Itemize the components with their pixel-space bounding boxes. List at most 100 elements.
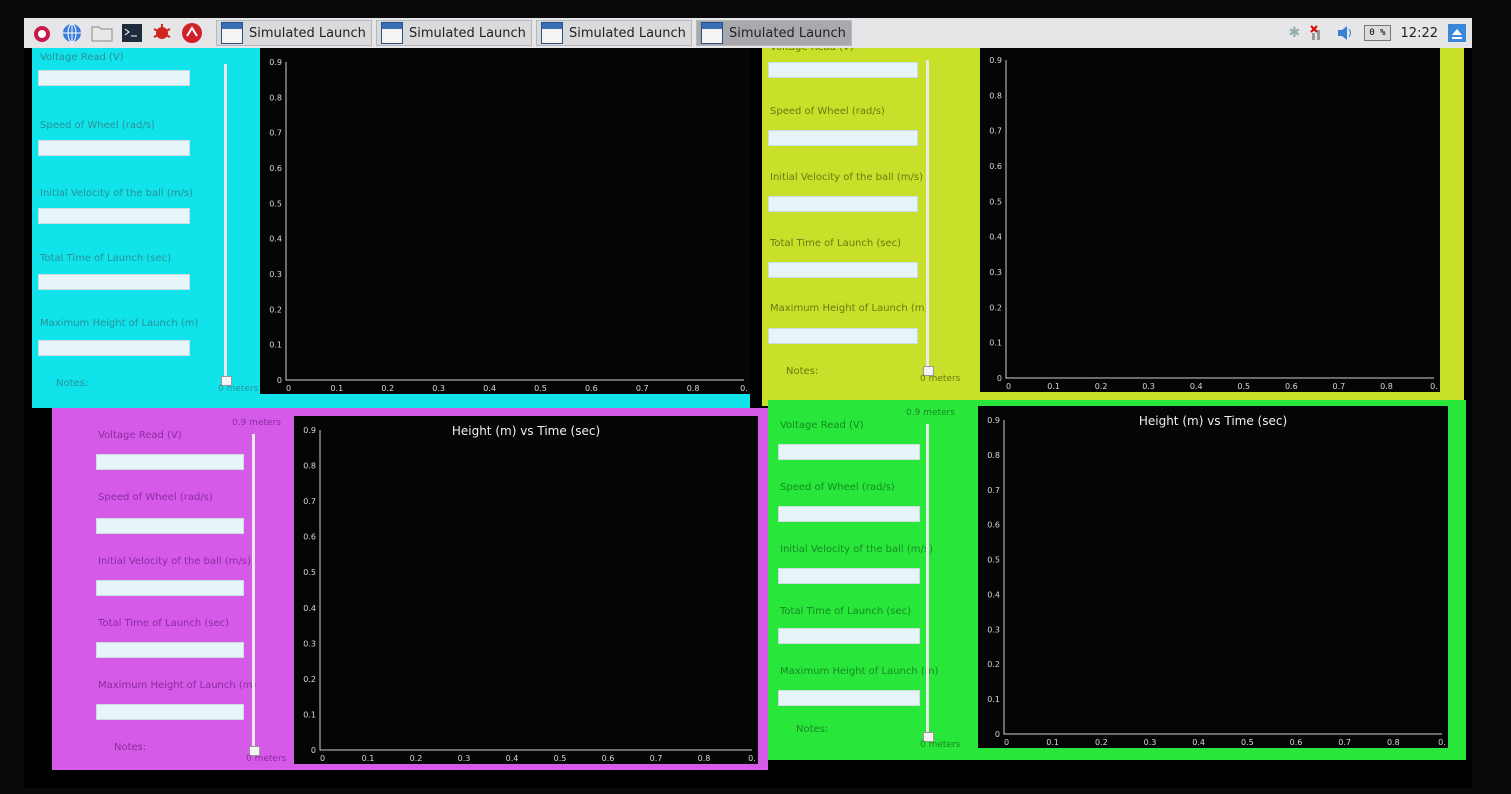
x-tick-label: 0.4 <box>506 754 519 763</box>
field-speed[interactable] <box>96 518 244 534</box>
window-icon <box>541 22 563 44</box>
x-tick-label: 0.7 <box>650 754 663 763</box>
x-tick-label: 0.4 <box>483 384 496 393</box>
window-label: Simulated Launch St... <box>729 25 851 41</box>
height-slider[interactable] <box>926 424 929 736</box>
height-slider[interactable] <box>926 60 929 370</box>
chart-axes: 0 0.1 0.2 0.3 0.4 0.5 0.6 0.7 0.8 0.9 0 0.1 0.2 0.3 0.… <box>989 56 1438 391</box>
x-tick-label: 0.8 <box>698 754 711 763</box>
bug-icon[interactable] <box>150 21 174 45</box>
label-voltage: Voltage Read (V) <box>40 52 124 63</box>
field-time[interactable] <box>778 628 920 644</box>
slider-min-label: 0 meters <box>920 740 961 750</box>
y-tick-label: 0.4 <box>989 233 1002 242</box>
x-tick-label: 0. <box>1438 738 1446 747</box>
field-voltage[interactable] <box>778 444 920 460</box>
label-velocity: Initial Velocity of the ball (m/s) <box>98 556 251 567</box>
label-voltage: Voltage Read (V) <box>770 48 854 53</box>
chart-axes: 0 0.1 0.2 0.3 0.4 0.5 0.6 0.7 0.8 0.9 0 0.1 0.2 0.3 0.… <box>303 426 756 763</box>
field-velocity[interactable] <box>778 568 920 584</box>
field-height[interactable] <box>96 704 244 720</box>
system-tray: ✱ 0 % 12:22 <box>1289 18 1472 48</box>
field-voltage[interactable] <box>768 62 918 78</box>
field-velocity[interactable] <box>38 208 190 224</box>
y-tick-label: 0.1 <box>269 341 282 350</box>
field-time[interactable] <box>38 274 190 290</box>
height-slider[interactable] <box>224 64 227 380</box>
label-speed: Speed of Wheel (rad/s) <box>780 482 895 493</box>
globe-icon[interactable] <box>60 21 84 45</box>
taskbar-window-4[interactable]: Simulated Launch St... <box>696 20 852 46</box>
y-tick-label: 0.2 <box>987 660 1000 669</box>
field-time[interactable] <box>96 642 244 658</box>
plot-area: Height (m) vs Time (sec) 0 0.1 0.2 0.3 0.4 0.5… <box>294 416 758 764</box>
x-tick-label: 0.3 <box>1144 738 1157 747</box>
field-height[interactable] <box>778 690 920 706</box>
label-time: Total Time of Launch (sec) <box>770 238 902 249</box>
desktop-screen: Simulated Launch St... Simulated Launch … <box>24 18 1472 788</box>
magenta-window: Voltage Read (V) Speed of Wheel (rad/s) In… <box>52 408 768 770</box>
axis-lines <box>319 430 752 751</box>
y-tick-label: 0.1 <box>303 710 316 719</box>
taskbar-window-1[interactable]: Simulated Launch St... <box>216 20 372 46</box>
bluetooth-icon[interactable]: ✱ <box>1289 25 1301 41</box>
field-velocity[interactable] <box>96 580 244 596</box>
network-disconnected-icon[interactable] <box>1310 25 1326 41</box>
y-tick-label: 0.4 <box>303 604 316 613</box>
y-tick-label: 0.8 <box>303 462 316 471</box>
field-voltage[interactable] <box>96 454 244 470</box>
x-tick-label: 0.7 <box>636 384 649 393</box>
label-voltage: Voltage Read (V) <box>780 420 864 431</box>
window-label: Simulated Launch St... <box>569 25 691 41</box>
y-tick-label: 0.3 <box>987 625 1000 634</box>
field-height[interactable] <box>768 328 918 344</box>
y-tick-label: 0.8 <box>269 93 282 102</box>
label-speed: Speed of Wheel (rad/s) <box>770 106 885 117</box>
y-tick-label: 0.2 <box>269 305 282 314</box>
green-window: Voltage Read (V) Speed of Wheel (rad/s) In… <box>768 400 1466 760</box>
volume-icon[interactable] <box>1336 25 1354 41</box>
raspberry-icon[interactable] <box>30 21 54 45</box>
folder-icon[interactable] <box>90 21 114 45</box>
x-tick-label: 0 <box>320 754 325 763</box>
x-tick-label: 0 <box>1004 738 1009 747</box>
wolfram-icon[interactable] <box>180 21 204 45</box>
label-time: Total Time of Launch (sec) <box>40 253 172 264</box>
taskbar-window-2[interactable]: Simulated Launch St... <box>376 20 532 46</box>
clock[interactable]: 12:22 <box>1401 26 1438 41</box>
eject-icon[interactable] <box>1448 24 1466 42</box>
x-tick-label: 0.2 <box>1095 382 1108 391</box>
axis-lines <box>285 62 744 381</box>
taskbar-window-3[interactable]: Simulated Launch St... <box>536 20 692 46</box>
y-tick-label: 0 <box>311 746 316 755</box>
x-tick-label: 0.6 <box>602 754 615 763</box>
y-tick-label: 0.8 <box>989 91 1002 100</box>
field-speed[interactable] <box>768 130 918 146</box>
y-tick-label: 0.6 <box>989 162 1002 171</box>
field-speed[interactable] <box>38 140 190 156</box>
yellow-window: Voltage Read (V) Speed of Wheel (rad/s) In… <box>762 48 1464 406</box>
cpu-usage[interactable]: 0 % <box>1364 25 1391 41</box>
label-height: Maximum Height of Launch (m) <box>780 666 939 677</box>
field-velocity[interactable] <box>768 196 918 212</box>
x-tick-label: 0.3 <box>432 384 445 393</box>
terminal-icon[interactable] <box>120 21 144 45</box>
field-voltage[interactable] <box>38 70 190 86</box>
axis-lines <box>1005 60 1434 379</box>
field-height[interactable] <box>38 340 190 356</box>
field-speed[interactable] <box>778 506 920 522</box>
x-tick-label: 0.7 <box>1333 382 1346 391</box>
cyan-window: Voltage Read (V) Speed of Wheel (rad/s) In… <box>32 48 750 408</box>
x-tick-label: 0 <box>1006 382 1011 391</box>
x-tick-label: 0.8 <box>1380 382 1393 391</box>
height-slider[interactable] <box>252 434 255 750</box>
y-tick-label: 0.2 <box>303 675 316 684</box>
x-tick-label: 0. <box>740 384 748 393</box>
slider-max-label: 0.9 meters <box>232 418 281 428</box>
x-tick-label: 0.1 <box>1046 738 1059 747</box>
x-tick-label: 0.4 <box>1192 738 1205 747</box>
x-tick-label: 0.6 <box>585 384 598 393</box>
chart-axes: 0 0.1 0.2 0.3 0.4 0.5 0.6 0.7 0.8 0.9 0 0.1 0.2 0.3 0.… <box>987 416 1446 747</box>
y-tick-label: 0 <box>995 730 1000 739</box>
field-time[interactable] <box>768 262 918 278</box>
